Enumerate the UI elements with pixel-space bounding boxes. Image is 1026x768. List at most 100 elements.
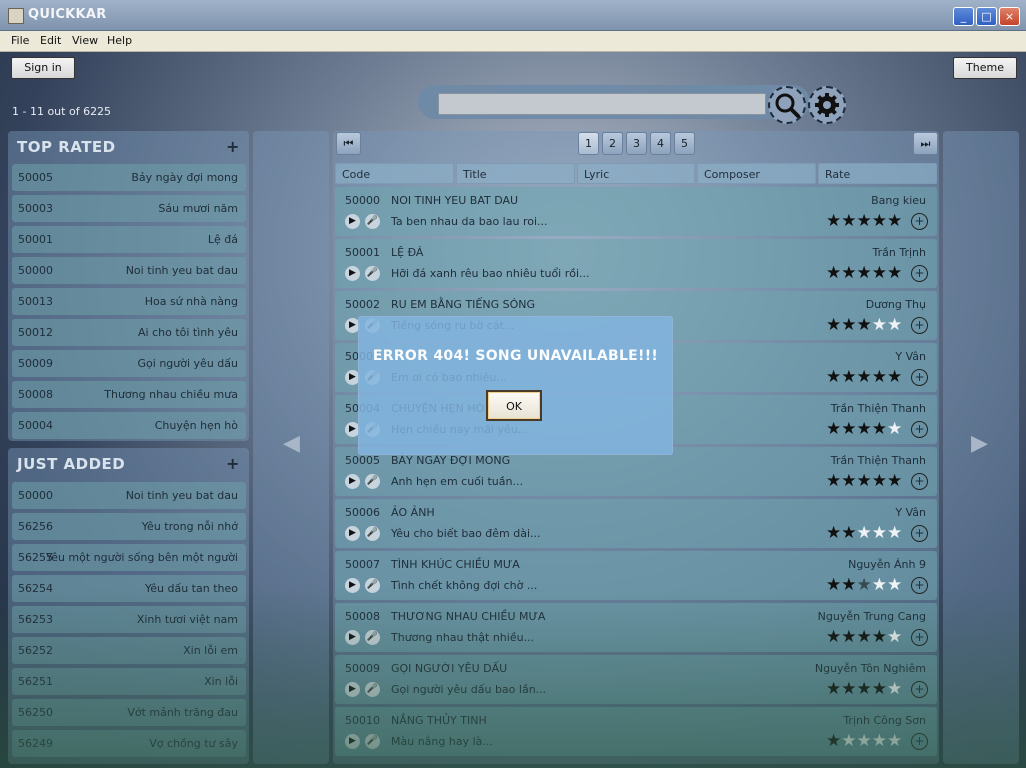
star-icon[interactable]: ★ [841,731,856,751]
play-icon[interactable]: ▶ [345,734,360,749]
menu-edit[interactable]: Edit [40,34,61,47]
just-added-item[interactable]: 56256 Yêu trong nỗi nhớ [12,513,246,540]
star-icon[interactable]: ★ [841,211,856,231]
prev-page-panel[interactable]: ◀ [253,131,329,764]
star-icon[interactable]: ★ [841,367,856,387]
just-added-item[interactable]: 56252 Xin lỗi em [12,637,246,664]
star-icon[interactable]: ★ [872,419,887,439]
star-icon[interactable]: ★ [826,263,841,283]
star-icon[interactable]: ★ [826,575,841,595]
page-button[interactable]: 3 [626,132,647,155]
star-icon[interactable]: ★ [872,263,887,283]
microphone-icon[interactable]: 🎤 [365,734,380,749]
minimize-button[interactable]: _ [953,7,974,26]
settings-button[interactable] [808,86,846,124]
star-icon[interactable]: ★ [841,575,856,595]
star-icon[interactable]: ★ [887,263,902,283]
rating-stars[interactable]: ★★★★★ [826,263,902,283]
maximize-button[interactable]: □ [976,7,997,26]
microphone-icon[interactable]: 🎤 [365,474,380,489]
top-rated-item[interactable]: 50013 Hoa sứ nhà nàng [12,288,246,315]
star-icon[interactable]: ★ [826,367,841,387]
menu-file[interactable]: File [11,34,29,47]
top-rated-item[interactable]: 50012 Ai cho tôi tình yêu [12,319,246,346]
song-row[interactable]: 50008 THƯƠNG NHAU CHIỀU MƯA Nguyễn Trung C… [335,603,937,652]
search-button[interactable] [768,86,806,124]
search-input[interactable] [438,93,766,115]
star-icon[interactable]: ★ [826,419,841,439]
star-icon[interactable]: ★ [841,315,856,335]
star-icon[interactable]: ★ [872,367,887,387]
add-icon[interactable]: + [911,629,928,646]
add-icon[interactable]: + [911,473,928,490]
star-icon[interactable]: ★ [857,731,872,751]
star-icon[interactable]: ★ [826,471,841,491]
microphone-icon[interactable]: 🎤 [365,578,380,593]
star-icon[interactable]: ★ [841,523,856,543]
star-icon[interactable]: ★ [826,731,841,751]
star-icon[interactable]: ★ [872,471,887,491]
just-added-expand-button[interactable]: + [226,454,239,473]
star-icon[interactable]: ★ [857,263,872,283]
top-rated-item[interactable]: 50009 Gọi người yêu dấu [12,350,246,377]
next-page-panel[interactable]: ▶ [943,131,1019,764]
play-icon[interactable]: ▶ [345,214,360,229]
star-icon[interactable]: ★ [872,731,887,751]
page-button[interactable]: 2 [602,132,623,155]
just-added-item[interactable]: 56254 Yêu dấu tan theo [12,575,246,602]
microphone-icon[interactable]: 🎤 [365,630,380,645]
just-added-item[interactable]: 56253 Xinh tươi việt nam [12,606,246,633]
star-icon[interactable]: ★ [857,523,872,543]
add-icon[interactable]: + [911,421,928,438]
star-icon[interactable]: ★ [857,575,872,595]
rating-stars[interactable]: ★★★★★ [826,731,902,751]
song-row[interactable]: 50000 NOI TINH YEU BAT DAU Bang kieu ▶ 🎤 Ta b… [335,187,937,236]
star-icon[interactable]: ★ [857,211,872,231]
first-page-button[interactable]: ⏮ [336,132,361,155]
star-icon[interactable]: ★ [872,627,887,647]
star-icon[interactable]: ★ [826,211,841,231]
just-added-item[interactable]: 56249 Vợ chồng tư sây [12,730,246,757]
add-icon[interactable]: + [911,525,928,542]
star-icon[interactable]: ★ [857,627,872,647]
page-button[interactable]: 5 [674,132,695,155]
menu-help[interactable]: Help [107,34,132,47]
song-row[interactable]: 50001 LỆ ĐÁ Trần Trịnh ▶ 🎤 Hỡi đá xanh rêu ba… [335,239,937,288]
just-added-item[interactable]: 56255 Yêu một người sống bên một người [12,544,246,571]
rating-stars[interactable]: ★★★★★ [826,315,902,335]
add-icon[interactable]: + [911,733,928,750]
ok-button[interactable]: OK [486,390,542,421]
theme-button[interactable]: Theme [953,57,1017,79]
top-rated-item[interactable]: 50008 Thương nhau chiều mưa [12,381,246,408]
just-added-item[interactable]: 56250 Vớt mảnh trăng đau [12,699,246,726]
star-icon[interactable]: ★ [887,419,902,439]
rating-stars[interactable]: ★★★★★ [826,471,902,491]
add-icon[interactable]: + [911,681,928,698]
rating-stars[interactable]: ★★★★★ [826,419,902,439]
column-header-lyric[interactable]: Lyric [577,163,695,184]
column-header-code[interactable]: Code [335,163,454,184]
add-icon[interactable]: + [911,577,928,594]
rating-stars[interactable]: ★★★★★ [826,679,902,699]
play-icon[interactable]: ▶ [345,474,360,489]
play-icon[interactable]: ▶ [345,682,360,697]
star-icon[interactable]: ★ [872,523,887,543]
star-icon[interactable]: ★ [872,679,887,699]
star-icon[interactable]: ★ [826,679,841,699]
rating-stars[interactable]: ★★★★★ [826,367,902,387]
top-rated-item[interactable]: 50003 Sáu mươi năm [12,195,246,222]
microphone-icon[interactable]: 🎤 [365,214,380,229]
star-icon[interactable]: ★ [841,263,856,283]
page-button[interactable]: 4 [650,132,671,155]
add-icon[interactable]: + [911,265,928,282]
star-icon[interactable]: ★ [826,627,841,647]
column-header-rate[interactable]: Rate [818,163,937,184]
star-icon[interactable]: ★ [857,679,872,699]
star-icon[interactable]: ★ [826,523,841,543]
microphone-icon[interactable]: 🎤 [365,682,380,697]
column-header-composer[interactable]: Composer [697,163,816,184]
sign-in-button[interactable]: Sign in [11,57,75,79]
add-icon[interactable]: + [911,369,928,386]
star-icon[interactable]: ★ [872,575,887,595]
star-icon[interactable]: ★ [887,627,902,647]
